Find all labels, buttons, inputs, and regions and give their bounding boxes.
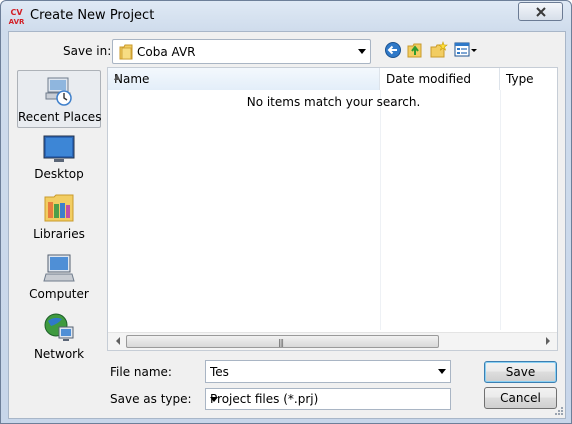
dialog-client-area: Save in: Coba AVR Recent Places Desktop … bbox=[8, 31, 566, 419]
file-name-input[interactable] bbox=[206, 361, 434, 382]
file-name-combo[interactable] bbox=[205, 360, 451, 383]
scroll-left-icon[interactable] bbox=[116, 337, 120, 345]
close-button[interactable] bbox=[518, 2, 563, 21]
title-bar[interactable]: CV AVR Create New Project bbox=[1, 1, 571, 31]
dialog-title: Create New Project bbox=[30, 8, 155, 23]
horizontal-scrollbar[interactable]: ||| bbox=[108, 332, 557, 350]
chevron-down-icon[interactable] bbox=[210, 397, 218, 402]
libraries-icon bbox=[44, 194, 74, 222]
column-header-type[interactable]: Type bbox=[500, 68, 557, 90]
place-desktop[interactable]: Desktop bbox=[17, 130, 101, 188]
place-network[interactable]: Network bbox=[17, 310, 101, 368]
cancel-button[interactable]: Cancel bbox=[484, 387, 557, 409]
file-list[interactable]: Name ▲ Date modified Type No items match… bbox=[107, 67, 558, 351]
save-as-type-value: Project files (*.prj) bbox=[210, 392, 319, 406]
cvavr-app-icon: CV AVR bbox=[9, 8, 25, 26]
column-header-date-modified[interactable]: Date modified bbox=[380, 68, 500, 90]
column-header-name[interactable]: Name ▲ bbox=[108, 68, 380, 90]
place-libraries[interactable]: Libraries bbox=[17, 190, 101, 248]
place-label: Desktop bbox=[34, 167, 84, 181]
place-computer[interactable]: Computer bbox=[17, 250, 101, 308]
sort-ascending-icon: ▲ bbox=[114, 72, 121, 81]
column-divider bbox=[500, 90, 501, 330]
save-button[interactable]: Save bbox=[484, 361, 557, 383]
file-name-label: File name: bbox=[110, 365, 172, 379]
place-label: Computer bbox=[29, 287, 89, 301]
computer-icon bbox=[43, 254, 75, 282]
folder-icon bbox=[119, 44, 133, 60]
place-recent-places[interactable]: Recent Places bbox=[17, 70, 101, 128]
scroll-right-icon[interactable] bbox=[546, 337, 550, 345]
place-label: Recent Places bbox=[18, 110, 102, 124]
save-in-combo[interactable]: Coba AVR bbox=[112, 39, 371, 64]
save-in-location: Coba AVR bbox=[137, 45, 196, 59]
back-arrow-icon[interactable] bbox=[384, 41, 402, 59]
column-header-label: Date modified bbox=[386, 72, 472, 86]
places-bar: Recent Places Desktop Libraries Computer… bbox=[17, 70, 101, 363]
save-as-type-select[interactable]: Project files (*.prj) bbox=[205, 388, 451, 410]
resize-grip-icon[interactable] bbox=[554, 406, 564, 416]
close-icon bbox=[536, 7, 546, 17]
place-label: Libraries bbox=[33, 227, 85, 241]
network-icon bbox=[44, 313, 74, 341]
place-label: Network bbox=[33, 347, 85, 361]
save-in-label: Save in: bbox=[63, 44, 112, 58]
view-menu-icon[interactable] bbox=[454, 41, 478, 59]
empty-message: No items match your search. bbox=[246, 95, 421, 109]
grip-icon: ||| bbox=[278, 338, 284, 347]
up-folder-icon[interactable] bbox=[406, 41, 424, 59]
column-divider bbox=[380, 90, 381, 330]
app-icon-text-top: CV bbox=[10, 8, 23, 17]
save-as-type-label: Save as type: bbox=[110, 392, 192, 406]
chevron-down-icon[interactable] bbox=[358, 49, 366, 54]
scrollbar-thumb[interactable]: ||| bbox=[126, 335, 439, 348]
new-folder-icon[interactable] bbox=[430, 41, 448, 59]
app-icon-text-bottom: AVR bbox=[9, 18, 25, 26]
recent-places-icon bbox=[45, 77, 72, 106]
column-header-label: Type bbox=[506, 72, 534, 86]
dialog-window: CV AVR Create New Project Save in: Coba … bbox=[0, 0, 572, 424]
chevron-down-icon[interactable] bbox=[438, 369, 446, 374]
desktop-icon bbox=[43, 135, 75, 162]
